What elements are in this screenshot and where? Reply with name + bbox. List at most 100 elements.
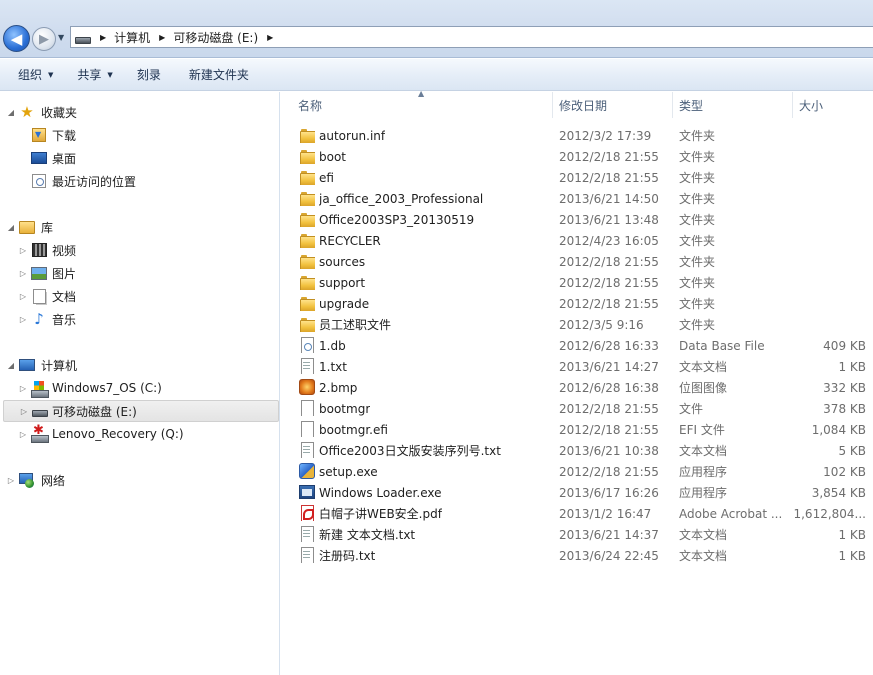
file-icon-cell xyxy=(299,316,315,332)
collapsed-icon[interactable]: ▷ xyxy=(18,292,28,301)
breadcrumb-separator-icon[interactable]: ▶ xyxy=(267,33,273,42)
file-row[interactable]: Windows Loader.exe 2013/6/17 16:26 应用程序 3,8… xyxy=(281,482,873,503)
file-size: 332 KB xyxy=(823,380,866,395)
file-name: bootmgr xyxy=(319,401,371,416)
expanded-icon[interactable]: ◢ xyxy=(6,223,16,232)
file-row[interactable]: ja_office_2003_Professional 2013/6/21 14:… xyxy=(281,188,873,209)
music-note-icon: ♪ xyxy=(34,310,44,328)
file-name: RECYCLER xyxy=(319,233,381,248)
folder-icon xyxy=(299,274,315,290)
file-icon-cell xyxy=(299,295,315,311)
column-size[interactable]: 大小 xyxy=(793,92,873,118)
forward-button[interactable]: ▶ xyxy=(32,27,56,51)
file-row[interactable]: Office2003日文版安装序列号.txt 2013/6/21 10:38 文本文… xyxy=(281,440,873,461)
libraries-icon xyxy=(19,220,35,234)
file-row[interactable]: Office2003SP3_20130519 2013/6/21 13:48 文件夹 xyxy=(281,209,873,230)
file-type: 文件夹 xyxy=(679,234,716,248)
file-row[interactable]: setup.exe 2012/2/18 21:55 应用程序 102 KB xyxy=(281,461,873,482)
recent-pages-dropdown[interactable]: ▼ xyxy=(58,33,64,42)
nav-favorites[interactable]: ◢ ★ 收藏夹 xyxy=(0,101,279,123)
file-type: 文本文档 xyxy=(679,528,728,542)
file-type: 文件夹 xyxy=(679,192,716,206)
command-toolbar: 组织 ▼ 共享 ▼ 刻录 新建文件夹 xyxy=(0,59,873,91)
file-row[interactable]: bootmgr.efi 2012/2/18 21:55 EFI 文件 1,084 KB xyxy=(281,419,873,440)
nav-documents[interactable]: ▷ 文档 xyxy=(0,285,279,307)
file-row[interactable]: bootmgr 2012/2/18 21:55 文件 378 KB xyxy=(281,398,873,419)
collapsed-icon[interactable]: ▷ xyxy=(18,384,28,393)
nav-libraries[interactable]: ◢ 库 xyxy=(0,216,279,238)
collapsed-icon[interactable]: ▷ xyxy=(18,246,28,255)
collapsed-icon[interactable]: ▷ xyxy=(19,407,29,416)
file-name: Office2003SP3_20130519 xyxy=(319,212,475,227)
file-row[interactable]: 新建 文本文档.txt 2013/6/21 14:37 文本文档 1 KB xyxy=(281,524,873,545)
breadcrumb-removable-disk[interactable]: 可移动磁盘 (E:) xyxy=(173,29,258,46)
nav-drive-c[interactable]: ▷ Windows7_OS (C:) xyxy=(0,377,279,399)
nav-desktop[interactable]: 桌面 xyxy=(0,147,279,169)
nav-recent-places[interactable]: 最近访问的位置 xyxy=(0,170,279,192)
column-header-row: ▲ 名称 修改日期 类型 大小 xyxy=(281,89,873,118)
file-row[interactable]: efi 2012/2/18 21:55 文件夹 xyxy=(281,167,873,188)
breadcrumb-separator-icon[interactable]: ▶ xyxy=(100,33,106,42)
file-name: support xyxy=(319,275,366,290)
column-date[interactable]: 修改日期 xyxy=(553,92,673,118)
column-name-label: 名称 xyxy=(298,98,323,113)
expanded-icon[interactable]: ◢ xyxy=(6,108,16,117)
file-row[interactable]: upgrade 2012/2/18 21:55 文件夹 xyxy=(281,293,873,314)
nav-pictures[interactable]: ▷ 图片 xyxy=(0,262,279,284)
share-button[interactable]: 共享 ▼ xyxy=(71,63,118,87)
file-type: 应用程序 xyxy=(679,465,728,479)
file-row[interactable]: 员工述职文件 2012/3/5 9:16 文件夹 xyxy=(281,314,873,335)
file-type: 文件夹 xyxy=(679,318,716,332)
file-date: 2013/6/24 22:45 xyxy=(559,548,659,563)
burn-button[interactable]: 刻录 xyxy=(131,63,167,87)
breadcrumb-separator-icon[interactable]: ▶ xyxy=(159,33,165,42)
file-row[interactable]: RECYCLER 2012/4/23 16:05 文件夹 xyxy=(281,230,873,251)
column-type[interactable]: 类型 xyxy=(673,92,793,118)
file-row[interactable]: 白帽子讲WEB安全.pdf 2013/1/2 16:47 Adobe Acrobat… xyxy=(281,503,873,524)
file-row[interactable]: support 2012/2/18 21:55 文件夹 xyxy=(281,272,873,293)
file-date: 2012/6/28 16:33 xyxy=(559,338,659,353)
file-type: 文件夹 xyxy=(679,150,716,164)
file-icon-cell xyxy=(299,127,315,143)
nav-music[interactable]: ▷ ♪ 音乐 xyxy=(0,308,279,330)
desktop-icon xyxy=(31,152,47,164)
column-name[interactable]: ▲ 名称 xyxy=(281,89,553,118)
downloads-folder-icon xyxy=(32,128,46,142)
file-row[interactable]: boot 2012/2/18 21:55 文件夹 xyxy=(281,146,873,167)
collapsed-icon[interactable]: ▷ xyxy=(18,315,28,324)
nav-videos[interactable]: ▷ 视频 xyxy=(0,239,279,261)
organize-button[interactable]: 组织 ▼ xyxy=(12,63,59,87)
nav-drive-q[interactable]: ▷ Lenovo_Recovery (Q:) xyxy=(0,423,279,445)
file-row[interactable]: 2.bmp 2012/6/28 16:38 位图图像 332 KB xyxy=(281,377,873,398)
breadcrumb-computer[interactable]: 计算机 xyxy=(114,29,150,46)
file-type: 文件夹 xyxy=(679,297,716,311)
collapsed-icon[interactable]: ▷ xyxy=(18,430,28,439)
file-icon-cell xyxy=(299,211,315,227)
star-icon: ★ xyxy=(20,103,34,121)
file-icon-cell xyxy=(299,337,315,353)
file-date: 2012/6/28 16:38 xyxy=(559,380,659,395)
new-folder-button[interactable]: 新建文件夹 xyxy=(183,63,255,87)
nav-network[interactable]: ▷ 网络 xyxy=(0,469,279,491)
video-library-icon xyxy=(31,243,47,257)
file-row[interactable]: 1.txt 2013/6/21 14:27 文本文档 1 KB xyxy=(281,356,873,377)
file-icon-cell xyxy=(299,400,315,416)
file-row[interactable]: 注册码.txt 2013/6/24 22:45 文本文档 1 KB xyxy=(281,545,873,566)
back-button[interactable]: ◀ xyxy=(3,25,30,52)
file-row[interactable]: 1.db 2012/6/28 16:33 Data Base File 409 KB xyxy=(281,335,873,356)
expanded-icon[interactable]: ◢ xyxy=(6,361,16,370)
collapsed-icon[interactable]: ▷ xyxy=(6,476,16,485)
collapsed-icon[interactable]: ▷ xyxy=(18,269,28,278)
address-box[interactable]: ▶ 计算机 ▶ 可移动磁盘 (E:) ▶ xyxy=(70,26,873,48)
file-row[interactable]: autorun.inf 2012/3/2 17:39 文件夹 xyxy=(281,125,873,146)
nav-computer[interactable]: ◢ 计算机 xyxy=(0,354,279,376)
file-row[interactable]: sources 2012/2/18 21:55 文件夹 xyxy=(281,251,873,272)
removable-drive-icon xyxy=(32,410,48,417)
nav-drive-e[interactable]: ▷ 可移动磁盘 (E:) xyxy=(3,400,279,422)
file-icon-cell xyxy=(299,547,315,563)
recent-places-icon xyxy=(32,174,46,188)
folder-icon xyxy=(299,169,315,185)
nav-downloads[interactable]: 下载 xyxy=(0,124,279,146)
folder-icon xyxy=(299,295,315,311)
file-name: Office2003日文版安装序列号.txt xyxy=(319,444,501,458)
